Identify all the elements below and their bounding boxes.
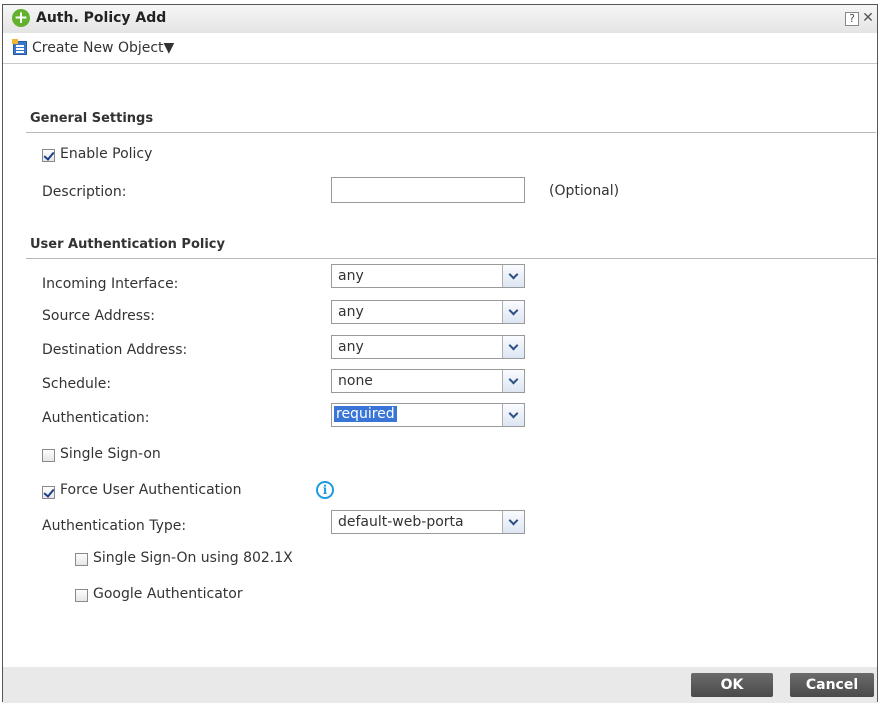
incoming-interface-select[interactable]: any (331, 264, 525, 288)
create-new-object-menu[interactable]: Create New Object▼ (32, 40, 174, 56)
schedule-value: none (338, 373, 373, 389)
authentication-select[interactable]: required (331, 403, 525, 427)
incoming-interface-label: Incoming Interface: (42, 276, 179, 292)
authentication-type-select[interactable]: default-web-porta (331, 510, 525, 534)
add-icon: + (12, 8, 30, 28)
source-address-select[interactable]: any (331, 300, 525, 324)
close-button[interactable]: ✕ (861, 11, 875, 26)
incoming-interface-value: any (338, 268, 364, 284)
force-user-auth-label: Force User Authentication (60, 482, 242, 498)
single-sign-on-checkbox[interactable] (42, 449, 55, 462)
dialog-footer: OK Cancel (3, 667, 877, 703)
authentication-type-value: default-web-porta (338, 514, 464, 530)
help-button[interactable]: ? (845, 12, 859, 26)
ok-button[interactable]: OK (691, 673, 773, 697)
google-authenticator-label: Google Authenticator (93, 586, 243, 602)
sso-8021x-checkbox[interactable] (75, 553, 88, 566)
description-optional-hint: (Optional) (549, 183, 620, 199)
force-user-auth-checkbox[interactable] (42, 486, 55, 499)
single-sign-on-label: Single Sign-on (60, 446, 161, 462)
chevron-down-icon[interactable] (502, 511, 524, 533)
chevron-down-icon[interactable] (502, 301, 524, 323)
sso-8021x-label: Single Sign-On using 802.1X (93, 550, 293, 566)
authentication-type-label: Authentication Type: (42, 518, 187, 534)
google-authenticator-checkbox[interactable] (75, 589, 88, 602)
cancel-button[interactable]: Cancel (790, 673, 874, 697)
destination-address-value: any (338, 339, 364, 355)
object-icon (12, 39, 27, 55)
destination-address-label: Destination Address: (42, 342, 188, 358)
source-address-label: Source Address: (42, 308, 156, 324)
destination-address-select[interactable]: any (331, 335, 525, 359)
info-icon[interactable]: i (316, 481, 334, 499)
toolbar: Create New Object▼ (3, 33, 877, 64)
user-auth-policy-divider (26, 258, 876, 259)
dialog-title-bar: + Auth. Policy Add ? ✕ (3, 5, 877, 34)
description-input[interactable] (331, 177, 525, 203)
chevron-down-icon[interactable] (502, 336, 524, 358)
enable-policy-checkbox[interactable] (42, 149, 55, 162)
general-settings-divider (26, 132, 876, 133)
description-label: Description: (42, 184, 127, 200)
chevron-down-icon[interactable] (502, 370, 524, 392)
user-auth-policy-title: User Authentication Policy (30, 237, 225, 252)
schedule-label: Schedule: (42, 376, 112, 392)
general-settings-title: General Settings (30, 111, 154, 126)
enable-policy-label: Enable Policy (60, 146, 153, 162)
schedule-select[interactable]: none (331, 369, 525, 393)
authentication-label: Authentication: (42, 410, 150, 426)
auth-policy-add-dialog: + Auth. Policy Add ? ✕ Create New Object… (2, 4, 878, 703)
chevron-down-icon[interactable] (502, 404, 524, 426)
chevron-down-icon[interactable] (502, 265, 524, 287)
source-address-value: any (338, 304, 364, 320)
dialog-title: Auth. Policy Add (36, 10, 167, 26)
authentication-value: required (334, 406, 397, 422)
